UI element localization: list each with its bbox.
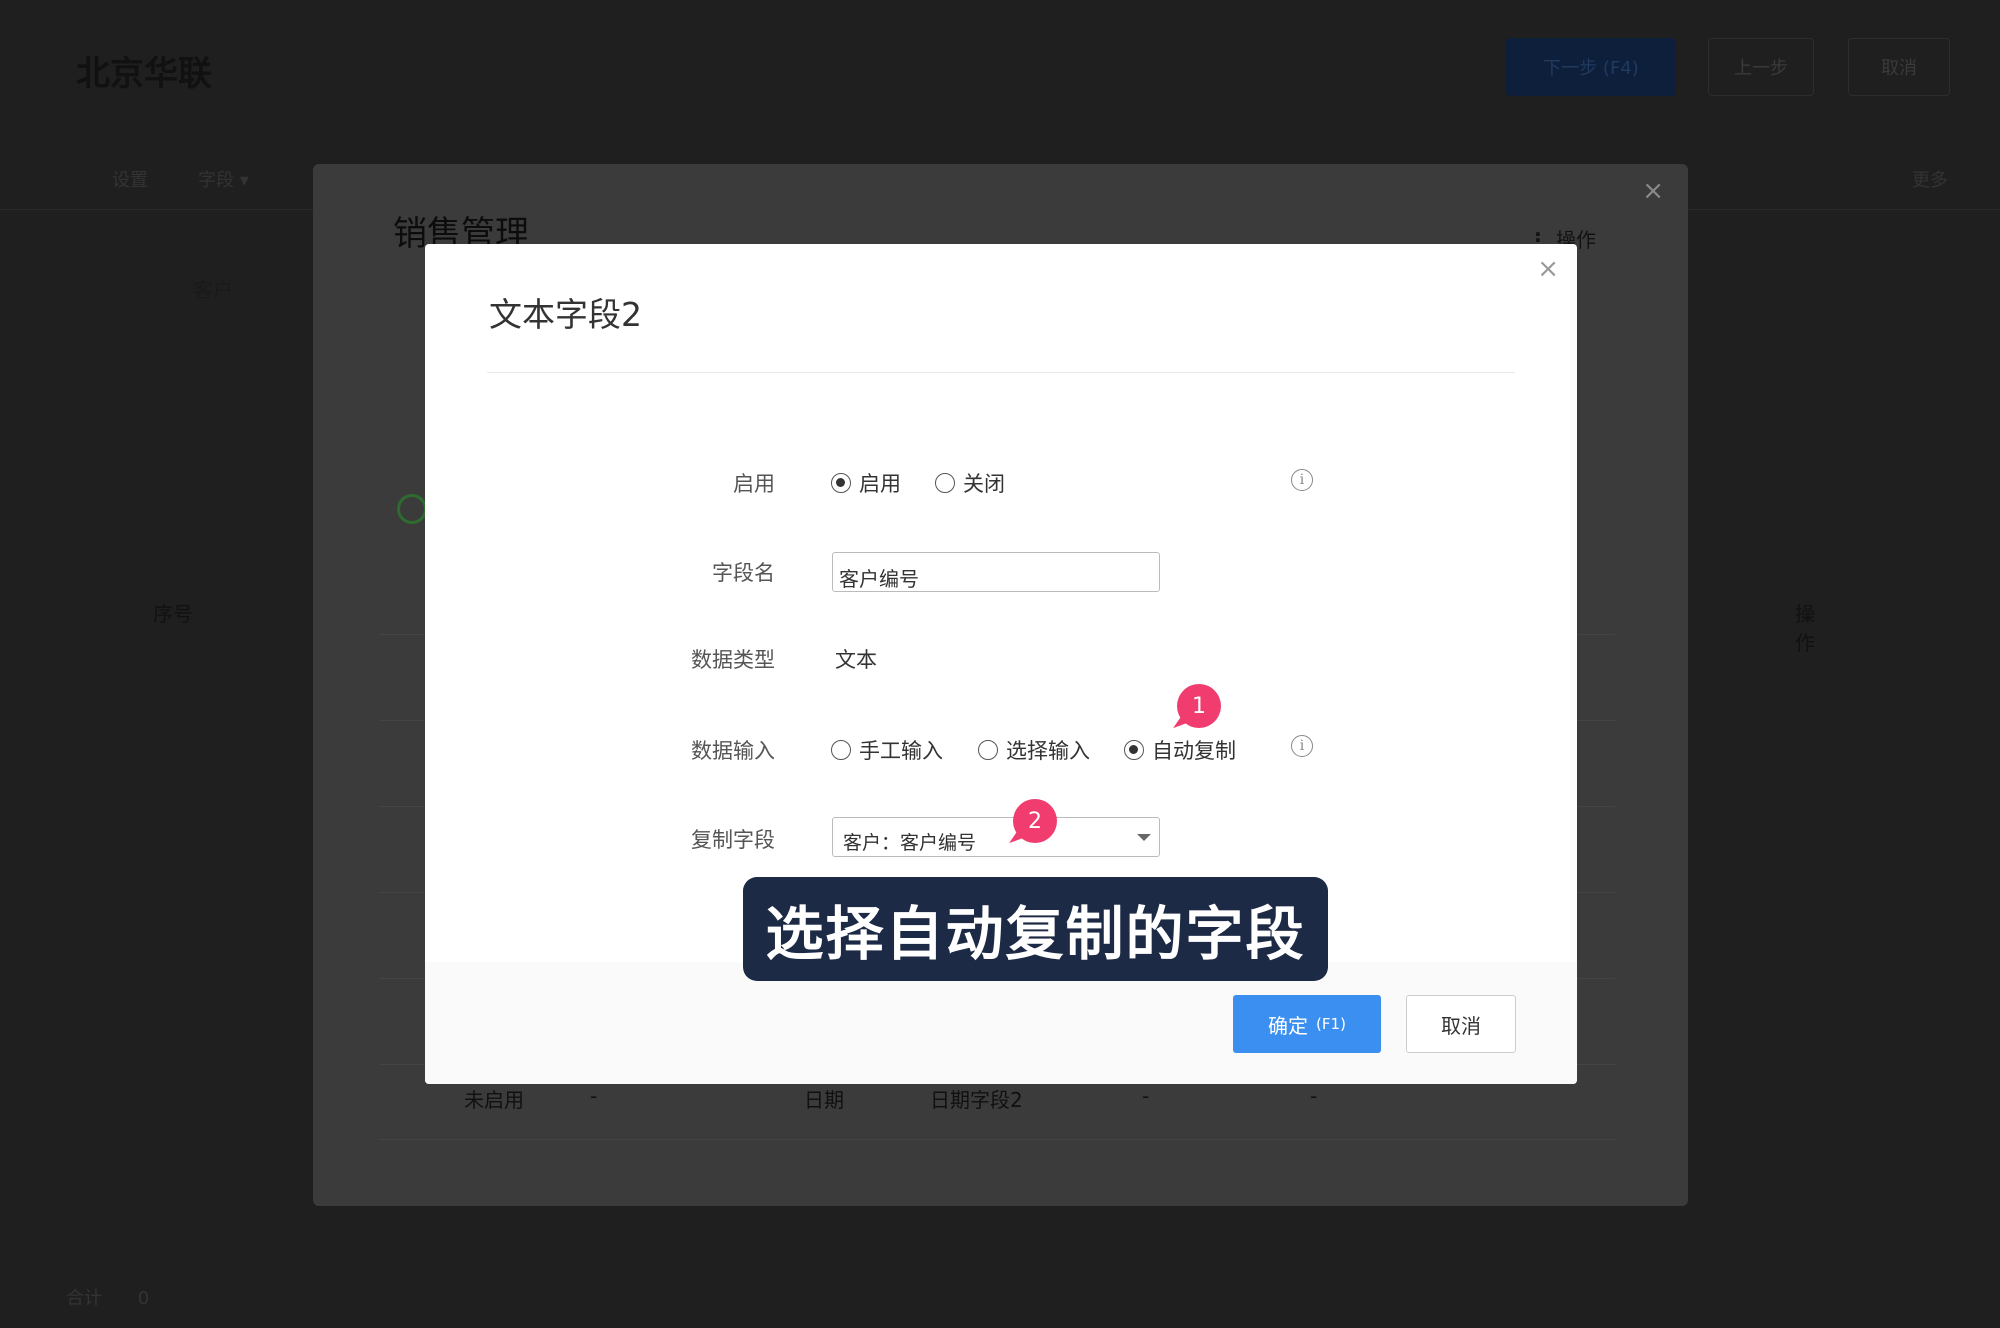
copy-field-select[interactable]: 客户：客户编号 (832, 817, 1160, 857)
prev-step-button[interactable]: 上一步 (1708, 38, 1814, 96)
field-name-label: 字段名 (712, 561, 775, 585)
radio-selected-icon (1124, 740, 1144, 760)
copy-field-label: 复制字段 (691, 828, 775, 852)
enable-label: 启用 (733, 472, 775, 496)
cancel-button[interactable]: 取消 (1406, 995, 1516, 1053)
total-label: 合计 (66, 1288, 102, 1309)
confirm-label: 确定 (1268, 1013, 1309, 1038)
info-icon[interactable]: i (1291, 469, 1313, 491)
dialog-title: 文本字段2 (489, 295, 642, 334)
enable-on-label: 启用 (859, 472, 901, 496)
data-input-manual-radio[interactable]: 手工输入 (831, 735, 943, 765)
field-name-input[interactable]: 客户编号 (832, 552, 1160, 592)
toolbar-settings[interactable]: 设置 (112, 166, 148, 192)
confirm-shortcut: (F1) (1316, 1015, 1346, 1033)
toolbar-more[interactable]: 更多 (1912, 166, 1948, 192)
row-dash-3: - (1310, 1084, 1318, 1108)
radio-selected-icon (831, 473, 851, 493)
outer-col-seq: 序号 (153, 602, 193, 626)
caret-down-icon (1137, 834, 1151, 841)
check-circle-icon (397, 494, 427, 524)
total-value: 0 (137, 1288, 150, 1309)
total-row: 合计 0 (66, 1284, 149, 1310)
enable-radio-off[interactable]: 关闭 (935, 468, 1005, 498)
data-input-select-radio[interactable]: 选择输入 (978, 735, 1090, 765)
info-icon[interactable]: i (1291, 735, 1313, 757)
step-badge-1: 1 (1177, 684, 1221, 728)
row-status: 未启用 (464, 1088, 524, 1112)
auto-copy-label: 自动复制 (1152, 739, 1236, 763)
row-name: 日期字段2 (930, 1088, 1023, 1112)
brand-logo: 北京华联 (76, 54, 212, 94)
close-icon[interactable]: × (1537, 254, 1559, 284)
radio-unselected-icon (978, 740, 998, 760)
toolbar-fields[interactable]: 字段 ▾ (198, 166, 249, 192)
row-dash-2: - (1142, 1084, 1150, 1108)
step-badge-2: 2 (1013, 799, 1057, 843)
cancel-page-button[interactable]: 取消 (1848, 38, 1950, 96)
outer-col-ops: 操作 (1795, 602, 1815, 655)
data-input-autocopy-radio[interactable]: 自动复制 (1124, 735, 1236, 765)
outer-close-icon[interactable]: × (1642, 176, 1664, 206)
dialog-divider (487, 372, 1515, 373)
enable-off-label: 关闭 (963, 472, 1005, 496)
tutorial-caption: 选择自动复制的字段 (743, 877, 1328, 981)
row-dash-1: - (590, 1084, 598, 1108)
data-type-label: 数据类型 (691, 648, 775, 672)
row-type: 日期 (804, 1088, 844, 1112)
select-input-label: 选择输入 (1006, 739, 1090, 763)
radio-unselected-icon (831, 740, 851, 760)
radio-unselected-icon (935, 473, 955, 493)
manual-input-label: 手工输入 (859, 739, 943, 763)
data-input-label: 数据输入 (691, 739, 775, 763)
next-step-button[interactable]: 下一步 (F4) (1506, 38, 1676, 96)
confirm-button[interactable]: 确定 (F1) (1233, 995, 1381, 1053)
enable-radio-on[interactable]: 启用 (831, 468, 901, 498)
outer-section-label: 客户 (193, 278, 233, 302)
data-type-value: 文本 (835, 648, 877, 672)
copy-field-value: 客户：客户编号 (843, 832, 977, 854)
